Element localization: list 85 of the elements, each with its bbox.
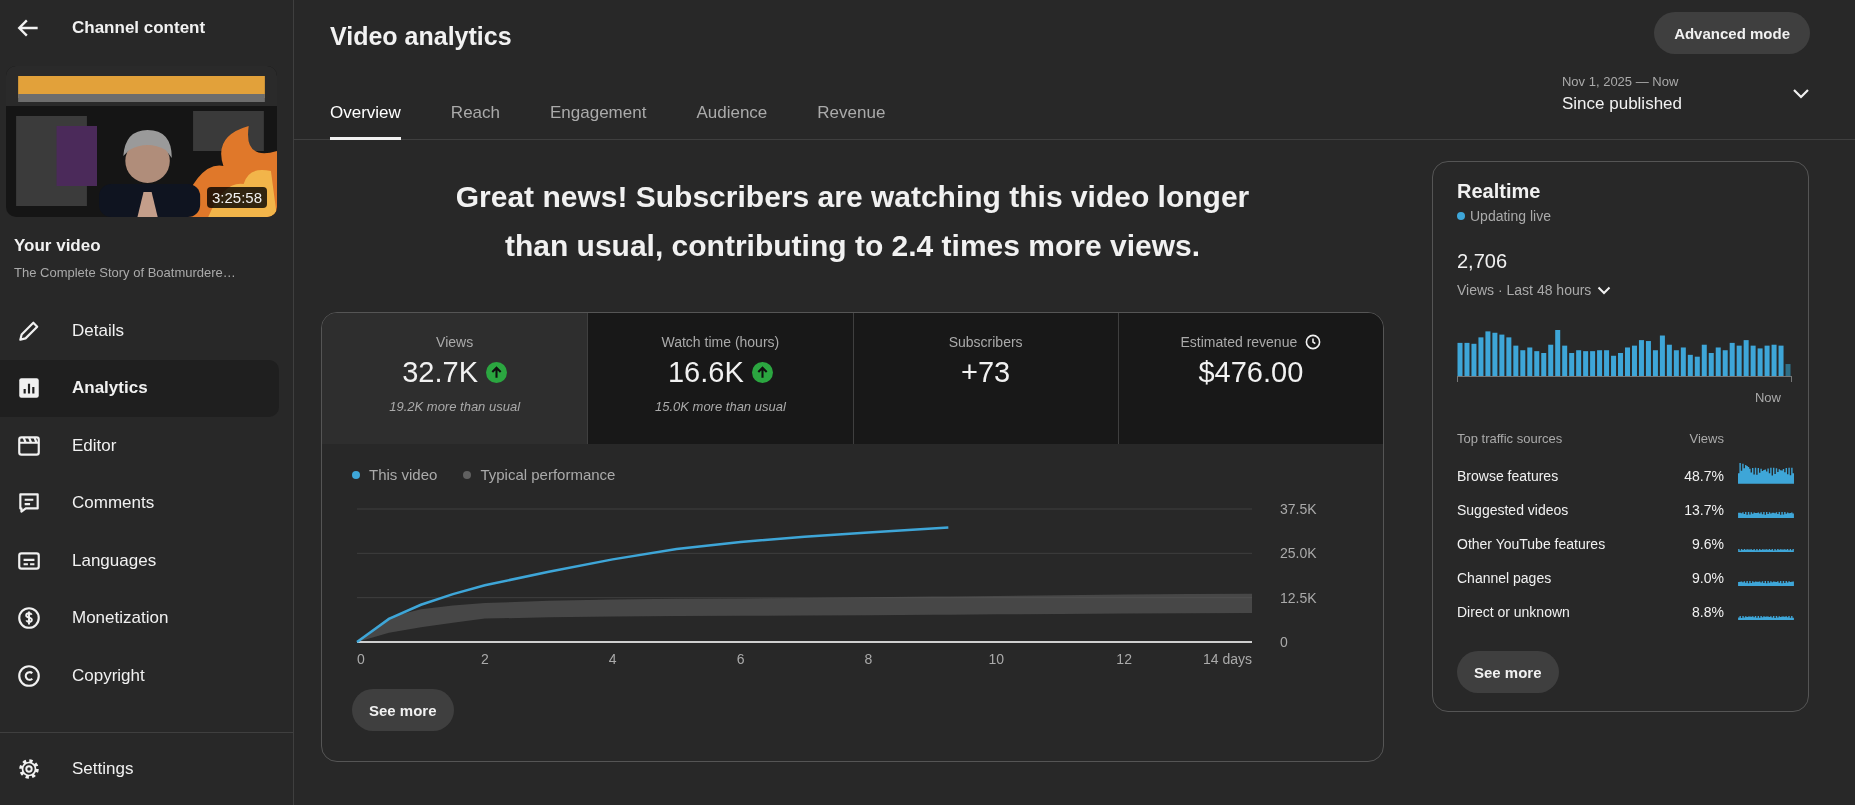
axis-label: 25.0K (1280, 545, 1317, 562)
sidebar-title: Channel content (72, 18, 206, 38)
page-title: Video analytics (330, 21, 513, 52)
clock-icon (1305, 334, 1322, 350)
metric-value: +73 (961, 356, 1011, 389)
sidebar-item[interactable]: Monetization (0, 589, 279, 647)
traffic-share: 13.7% (1683, 501, 1724, 520)
sidebar-item[interactable]: Details (0, 302, 279, 360)
legend-label: This video (369, 466, 438, 483)
period-label[interactable]: Views · Last 48 hours (1457, 282, 1592, 298)
video-heading: Your video (14, 236, 102, 256)
traffic-source: Other YouTube features (1457, 535, 1607, 554)
settings-icon[interactable] (16, 756, 42, 782)
axis-label: 37.5K (1280, 501, 1317, 517)
date-range-label[interactable]: Since published (1561, 94, 1682, 114)
sidebar-item[interactable]: Editor (0, 417, 279, 475)
traffic-source: Channel pages (1457, 569, 1553, 588)
metric-tab[interactable]: Subscribers +73 (852, 313, 1118, 444)
live-dot-icon (1457, 212, 1465, 220)
legend-label: Typical performance (480, 466, 616, 483)
traffic-sparkline-drawing (1738, 616, 1794, 620)
traffic-source: Direct or unknown (1457, 603, 1571, 622)
trend-up-icon (751, 362, 773, 383)
copyright-icon (16, 662, 42, 689)
metric-tab[interactable]: Watch time (hours) 16.6K 15.0K more than usual (587, 313, 853, 444)
video-duration: 3:25:58 (206, 187, 267, 208)
metric-value: 32.7K (402, 356, 478, 389)
traffic-source: Suggested videos (1457, 501, 1570, 520)
tab[interactable]: Overview (330, 103, 401, 140)
axis-label: 2 (480, 651, 489, 667)
legend-dot (463, 470, 472, 479)
traffic-share: 48.7% (1683, 467, 1724, 486)
legend-dot (352, 470, 360, 479)
sidebar-item[interactable]: Languages (0, 532, 279, 590)
live-status: Updating live (1470, 208, 1551, 224)
sidebar-item[interactable]: Comments (0, 474, 279, 532)
traffic-sparkline-drawing (1738, 512, 1794, 518)
tab[interactable]: Revenue (817, 103, 886, 140)
axis-label: 10 (988, 651, 1005, 667)
advanced-mode-button[interactable]: Advanced mode (1654, 12, 1810, 54)
metric-label: Estimated revenue (1180, 334, 1298, 350)
tab[interactable]: Engagement (550, 103, 647, 140)
axis-label: 4 (608, 651, 617, 667)
card-title: Realtime (1457, 180, 1542, 203)
traffic-source: Browse features (1457, 467, 1560, 486)
axis-label: 12.5K (1280, 589, 1317, 606)
axis-label: 12 (1116, 651, 1132, 667)
traffic-sparkline-drawing (1738, 463, 1794, 484)
see-more-button[interactable]: See more (1457, 651, 1559, 693)
axis-label: 8 (864, 651, 873, 667)
metric-tab[interactable]: Views 32.7K 19.2K more than usual (322, 313, 588, 444)
realtime-count: 2,706 (1457, 250, 1509, 273)
trend-up-icon (486, 362, 507, 383)
metric-note: 15.0K more than usual (654, 399, 786, 414)
axis-label: 6 (736, 651, 745, 667)
metric-value: $476.00 (1198, 356, 1304, 389)
dollar-icon (16, 605, 42, 632)
insight-headline: Great news! Subscribers are watching this video longer than usual, contributing to 2.4 times more views. (454, 179, 1251, 264)
tab[interactable]: Audience (696, 103, 768, 140)
column-header: Views (1688, 431, 1724, 448)
metric-value: 16.6K (667, 356, 744, 389)
column-header: Top traffic sources (1457, 431, 1564, 448)
date-range: Nov 1, 2025 — Now (1561, 74, 1680, 89)
settings-item[interactable]: Settings (0, 740, 279, 798)
axis-label: 14 days (1202, 651, 1252, 667)
tab[interactable]: Reach (450, 103, 500, 140)
metric-note: 19.2K more than usual (389, 399, 521, 414)
sidebar-item[interactable]: Copyright (0, 647, 279, 705)
metric-label: Subscribers (948, 334, 1023, 350)
chevron-down-icon[interactable] (1597, 285, 1612, 295)
traffic-sparkline-drawing (1738, 549, 1794, 552)
sidebar-item[interactable]: Analytics (0, 359, 279, 417)
axis-label: 0 (1280, 634, 1288, 650)
see-more-button[interactable]: See more (352, 689, 454, 731)
traffic-share: 8.8% (1691, 603, 1724, 622)
axis-label: 0 (357, 651, 365, 667)
traffic-share: 9.6% (1691, 535, 1724, 554)
chevron-down-icon[interactable] (1792, 88, 1810, 100)
video-title: The Complete Story of Boatmurdere… (14, 265, 237, 280)
metric-label: Views (436, 334, 474, 350)
traffic-share: 9.0% (1691, 569, 1724, 588)
traffic-sparkline-drawing (1738, 581, 1794, 586)
metric-tab[interactable]: Estimated revenue $476.00 (1117, 313, 1383, 444)
metric-label: Watch time (hours) (661, 334, 780, 350)
axis-label: Now (1755, 390, 1781, 405)
